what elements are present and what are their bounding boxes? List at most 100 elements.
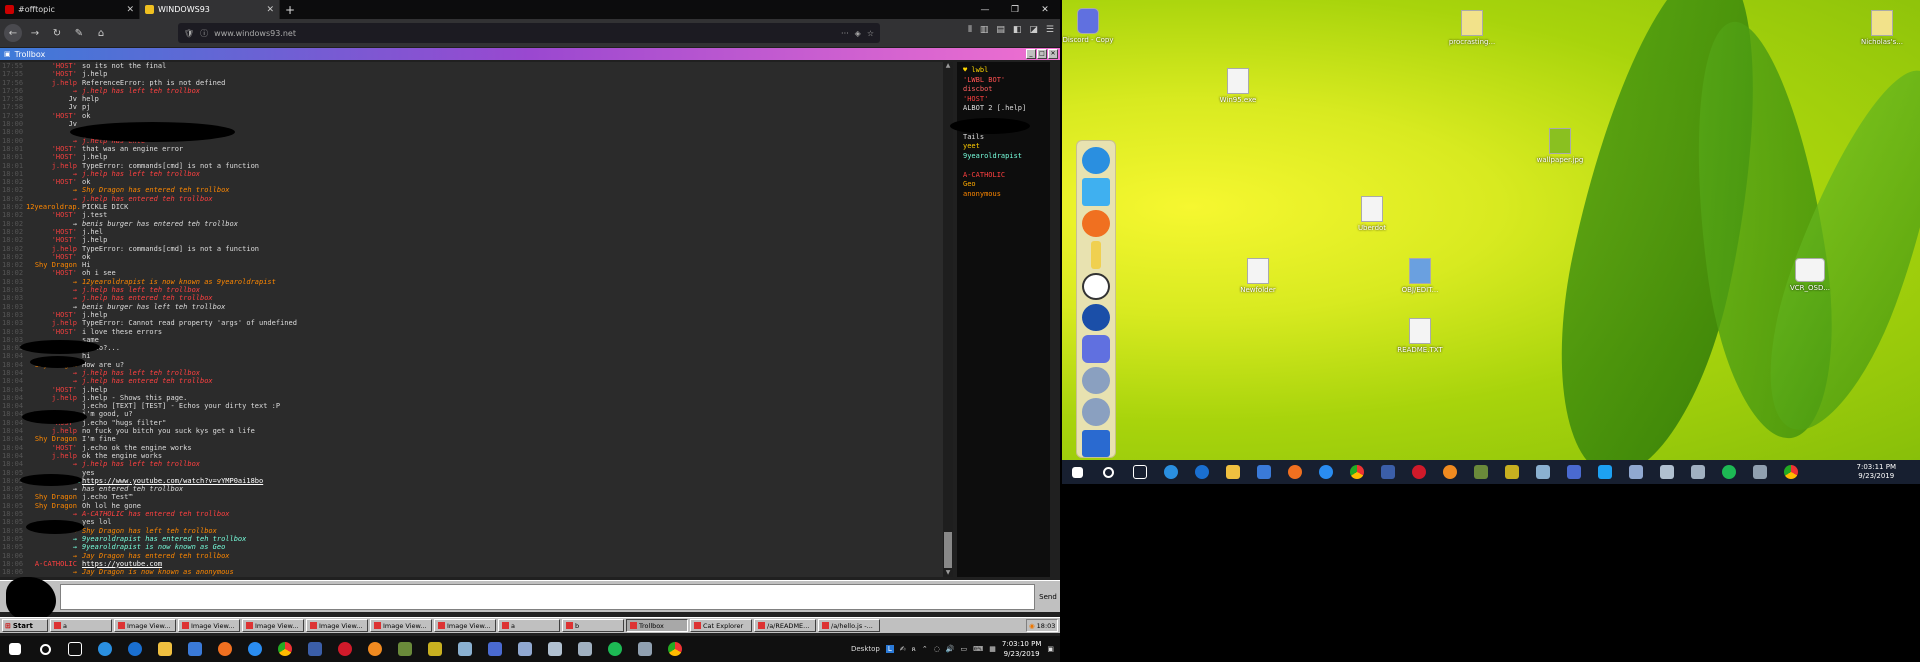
start-button[interactable]: ⊞ Start — [2, 619, 48, 632]
chrome-icon-2[interactable] — [660, 636, 690, 662]
network-icon[interactable]: ◌ — [934, 645, 940, 653]
trollbox-maximize-icon[interactable]: □ — [1037, 49, 1047, 59]
message-nick[interactable]: → — [26, 535, 82, 543]
chrome-icon[interactable] — [270, 636, 300, 662]
w93-task-button[interactable]: a — [498, 619, 560, 632]
message-nick[interactable]: Shy Dragon — [26, 493, 82, 501]
w93-task-button[interactable]: /a/hello.js -... — [818, 619, 880, 632]
trollbox-titlebar[interactable]: ▣ Trollbox _ □ ✕ — [0, 48, 1060, 60]
message-nick[interactable]: 'HOST' — [26, 444, 82, 452]
user-list-item[interactable]: Geo — [963, 180, 1044, 190]
explorer-dock-icon[interactable] — [1082, 178, 1110, 206]
message-nick[interactable]: 'HOST' — [26, 112, 82, 120]
desktop-icon-uberdot[interactable]: Uberdot — [1342, 196, 1402, 232]
tools-icon[interactable]: ✎ — [70, 24, 88, 42]
chrome-icon-2[interactable] — [1775, 460, 1806, 484]
message-nick[interactable]: → — [26, 195, 82, 203]
ie-dock-icon[interactable] — [1082, 147, 1110, 175]
message-nick[interactable]: → — [26, 552, 82, 560]
firefox-icon[interactable] — [210, 636, 240, 662]
message-input[interactable] — [60, 584, 1035, 610]
message-link[interactable]: https://youtube.com — [82, 560, 162, 568]
message-nick[interactable]: → — [26, 286, 82, 294]
scroll-down-icon[interactable]: ▼ — [944, 569, 952, 577]
message-nick[interactable]: 'HOST' — [26, 62, 82, 70]
user-list-item[interactable] — [963, 161, 1044, 171]
maximize-icon[interactable]: ❐ — [1000, 0, 1030, 19]
message-nick[interactable]: → — [26, 510, 82, 518]
new-tab-button[interactable]: + — [280, 0, 300, 19]
message-nick[interactable]: 'HOST' — [26, 236, 82, 244]
forward-icon[interactable]: → — [26, 24, 44, 42]
desktop-icon-discord-copy[interactable]: Discord - Copy — [1062, 8, 1118, 44]
chevron-up-icon[interactable]: ⌃ — [922, 645, 928, 653]
w93-task-button[interactable]: Trollbox — [626, 619, 688, 632]
pocket-icon[interactable]: ◈ — [855, 29, 861, 38]
message-nick[interactable]: → — [26, 170, 82, 178]
desktop-icon-vcr-osd[interactable]: VCR_OSD... — [1780, 258, 1840, 292]
message-nick[interactable]: 'HOST' — [26, 228, 82, 236]
ime-icon[interactable]: ▦ — [989, 645, 996, 653]
message-nick[interactable]: Jv — [26, 120, 82, 128]
tray-l-icon[interactable]: L — [885, 645, 894, 653]
message-nick[interactable]: 'HOST' — [26, 153, 82, 161]
library-icon[interactable]: ⫴ — [968, 25, 972, 35]
file-explorer-icon[interactable] — [1217, 460, 1248, 484]
keyboard-icon[interactable]: ⌨ — [973, 645, 983, 653]
home-icon[interactable]: ⌂ — [92, 24, 110, 42]
clock-dock-icon[interactable] — [1082, 272, 1110, 301]
message-nick[interactable]: → — [26, 369, 82, 377]
user-list-item[interactable]: A-CATHOLIC — [963, 171, 1044, 181]
message-nick[interactable]: 'HOST' — [26, 178, 82, 186]
page-actions-icon[interactable]: ··· — [841, 29, 849, 38]
message-nick[interactable]: j.help — [26, 452, 82, 460]
chrome-icon[interactable] — [1341, 460, 1372, 484]
message-nick[interactable]: → — [26, 137, 82, 145]
desktop-icon-win95[interactable]: Win95.exe — [1208, 68, 1268, 104]
desktop-icon-readme[interactable]: README.TXT — [1390, 318, 1450, 354]
close-window-icon[interactable]: ✕ — [1030, 0, 1060, 19]
w93-task-button[interactable]: Image View... — [306, 619, 368, 632]
taskbar-clock-right[interactable]: 7:03:11 PM 9/23/2019 — [1857, 463, 1896, 481]
w93-task-button[interactable]: Image View... — [178, 619, 240, 632]
firefox-dev-icon[interactable] — [240, 636, 270, 662]
settings-icon[interactable] — [570, 636, 600, 662]
app-icon[interactable] — [1372, 460, 1403, 484]
message-nick[interactable]: j.help — [26, 79, 82, 87]
address-bar[interactable]: 🛡 ⓘ www.windows93.net ··· ◈ ☆ — [178, 23, 880, 43]
w93-task-button[interactable]: Image View... — [434, 619, 496, 632]
message-nick[interactable]: → — [26, 460, 82, 468]
message-nick[interactable]: → — [26, 278, 82, 286]
firefox-dock-icon[interactable] — [1082, 209, 1110, 238]
message-link[interactable]: https://www.youtube.com/watch?v=vYMP0ai1… — [82, 477, 263, 485]
user-list-item[interactable]: 9yearoldrapist — [963, 152, 1044, 162]
message-nick[interactable]: → — [26, 543, 82, 551]
user-list-item[interactable]: ♥ lwbl — [963, 66, 1044, 76]
message-nick[interactable]: 'HOST' — [26, 70, 82, 78]
close-tab-icon[interactable]: ✕ — [126, 5, 134, 15]
message-nick[interactable]: 12yearoldrap.. — [26, 203, 82, 211]
message-nick[interactable]: 'HOST' — [26, 145, 82, 153]
tool-icon[interactable] — [450, 636, 480, 662]
user-list-item[interactable]: ALBOT 2 [.help] — [963, 104, 1044, 114]
ie-icon[interactable] — [1155, 460, 1186, 484]
w93-task-button[interactable]: Cat Explorer — [690, 619, 752, 632]
notification-icon[interactable]: ▣ — [1047, 645, 1054, 653]
w93-task-button[interactable]: /a/README... — [754, 619, 816, 632]
minimize-icon[interactable]: — — [970, 0, 1000, 19]
chat-scrollbar[interactable]: ▲ ▼ — [943, 62, 953, 577]
message-nick[interactable]: → — [26, 568, 82, 576]
message-nick[interactable]: → — [26, 485, 82, 493]
people-icon[interactable]: ጰ — [912, 645, 916, 654]
edge-icon[interactable] — [1186, 460, 1217, 484]
desktop-icon-newfolder[interactable]: Newfolder — [1228, 258, 1288, 294]
gba-icon[interactable] — [420, 636, 450, 662]
game-icon[interactable] — [1434, 460, 1465, 484]
message-nick[interactable]: → — [26, 377, 82, 385]
scrollbar-thumb[interactable] — [944, 532, 952, 568]
globe-dock-icon[interactable] — [1082, 398, 1110, 426]
cortana-icon[interactable] — [1093, 460, 1124, 484]
tool-icon[interactable] — [1527, 460, 1558, 484]
w93-task-button[interactable]: b — [562, 619, 624, 632]
monitor-icon[interactable] — [1744, 460, 1775, 484]
